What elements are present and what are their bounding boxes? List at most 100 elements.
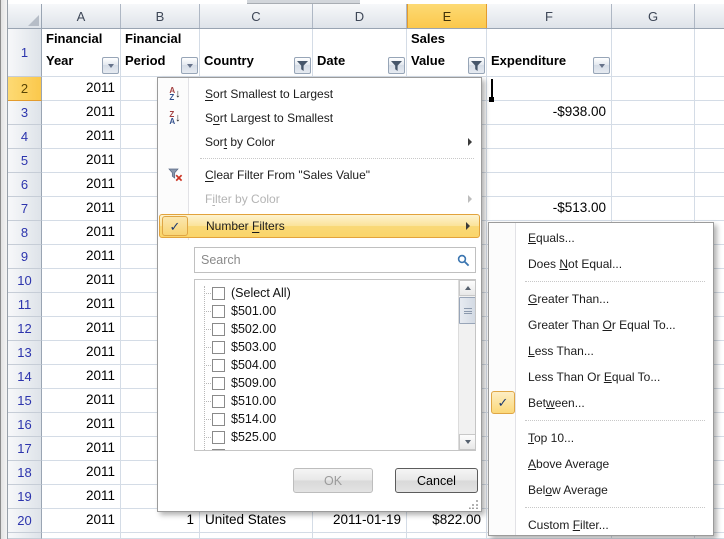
cell-A4[interactable]: 2011 bbox=[42, 125, 121, 149]
cell-A2[interactable]: 2011 bbox=[42, 77, 121, 101]
row-header-12[interactable]: 12 bbox=[8, 317, 42, 341]
filter-value-checkbox[interactable] bbox=[212, 449, 225, 451]
row-header-10[interactable]: 10 bbox=[8, 269, 42, 293]
cell-A15[interactable]: 2011 bbox=[42, 389, 121, 413]
menu-item-filter-by-color[interactable]: Filter by Color bbox=[158, 187, 481, 211]
column-title-D[interactable]: Date bbox=[313, 29, 407, 77]
filter-value-checkbox[interactable] bbox=[212, 431, 225, 444]
cell-G2[interactable] bbox=[612, 77, 695, 101]
cell-E20[interactable]: $822.00 bbox=[407, 509, 487, 533]
cell-A20[interactable]: 2011 bbox=[42, 509, 121, 533]
column-header-C[interactable]: C bbox=[200, 4, 313, 28]
submenu-item-above-average[interactable]: Above Average bbox=[489, 451, 713, 477]
cell-F5[interactable] bbox=[487, 149, 612, 173]
submenu-item-greater-than[interactable]: Greater Than... bbox=[489, 286, 713, 312]
row-header-7[interactable]: 7 bbox=[8, 197, 42, 221]
row-header-6[interactable]: 6 bbox=[8, 173, 42, 197]
search-icon[interactable] bbox=[457, 254, 470, 267]
search-input[interactable] bbox=[195, 253, 457, 267]
menu-item-clear-filter[interactable]: Clear Filter From "Sales Value" bbox=[158, 163, 481, 187]
submenu-item-custom-filter[interactable]: Custom Filter... bbox=[489, 512, 713, 538]
row-header-1[interactable]: 1 bbox=[8, 29, 42, 77]
filter-value-item-partial[interactable] bbox=[195, 446, 458, 450]
filter-value-checkbox[interactable] bbox=[212, 395, 225, 408]
row-header-15[interactable]: 15 bbox=[8, 389, 42, 413]
filter-value-checkbox[interactable] bbox=[212, 359, 225, 372]
cell-D20[interactable]: 2011-01-19 bbox=[313, 509, 407, 533]
cell-A6[interactable]: 2011 bbox=[42, 173, 121, 197]
cell-G3[interactable] bbox=[612, 101, 695, 125]
column-header-G[interactable]: G bbox=[612, 4, 695, 28]
cell-A17[interactable]: 2011 bbox=[42, 437, 121, 461]
cell-B20[interactable]: 1 bbox=[121, 509, 200, 533]
filter-value-item[interactable]: $503.00 bbox=[195, 338, 458, 356]
row-header-13[interactable]: 13 bbox=[8, 341, 42, 365]
filter-funnel-button[interactable] bbox=[294, 57, 311, 74]
cell-A12[interactable]: 2011 bbox=[42, 317, 121, 341]
cell-A9[interactable]: 2011 bbox=[42, 245, 121, 269]
select-all-corner[interactable] bbox=[8, 4, 42, 28]
filter-dropdown-button[interactable] bbox=[102, 57, 119, 74]
list-scrollbar[interactable] bbox=[458, 280, 475, 450]
column-title-C[interactable]: Country bbox=[200, 29, 313, 77]
filter-value-item[interactable]: $504.00 bbox=[195, 356, 458, 374]
row-header-14[interactable]: 14 bbox=[8, 365, 42, 389]
column-header-F[interactable]: F bbox=[487, 4, 612, 28]
submenu-item-equals[interactable]: Equals... bbox=[489, 225, 713, 251]
filter-value-item[interactable]: $525.00 bbox=[195, 428, 458, 446]
submenu-item-greater-than-or-equal-to[interactable]: Greater Than Or Equal To... bbox=[489, 312, 713, 338]
cancel-button[interactable]: Cancel bbox=[395, 468, 478, 493]
resize-grip[interactable] bbox=[469, 499, 479, 509]
column-header-B[interactable]: B bbox=[121, 4, 200, 28]
submenu-item-between[interactable]: ✓Between... bbox=[489, 390, 713, 416]
cell-A7[interactable]: 2011 bbox=[42, 197, 121, 221]
cell-A16[interactable]: 2011 bbox=[42, 413, 121, 437]
row-header-partial[interactable] bbox=[8, 533, 42, 539]
menu-item-sort-largest-to-smallest[interactable]: ZA↓Sort Largest to Smallest bbox=[158, 106, 481, 130]
ok-button[interactable]: OK bbox=[293, 468, 373, 493]
cell-F6[interactable] bbox=[487, 173, 612, 197]
cell-G5[interactable] bbox=[612, 149, 695, 173]
column-title-F[interactable]: Expenditure bbox=[487, 29, 612, 77]
cell-G4[interactable] bbox=[612, 125, 695, 149]
filter-value-item[interactable]: $509.00 bbox=[195, 374, 458, 392]
cell-A5[interactable]: 2011 bbox=[42, 149, 121, 173]
filter-value-item[interactable]: $510.00 bbox=[195, 392, 458, 410]
scroll-up-button[interactable] bbox=[459, 280, 476, 296]
filter-dropdown-button[interactable] bbox=[593, 57, 610, 74]
column-title-E[interactable]: SalesValue bbox=[407, 29, 487, 77]
column-header-A[interactable]: A bbox=[42, 4, 121, 28]
row-header-2[interactable]: 2 bbox=[8, 77, 42, 101]
row-header-8[interactable]: 8 bbox=[8, 221, 42, 245]
column-title-A[interactable]: FinancialYear bbox=[42, 29, 121, 77]
scroll-down-button[interactable] bbox=[459, 434, 476, 450]
submenu-item-top-10[interactable]: Top 10... bbox=[489, 425, 713, 451]
row-header-4[interactable]: 4 bbox=[8, 125, 42, 149]
filter-value-item[interactable]: $514.00 bbox=[195, 410, 458, 428]
row-header-20[interactable]: 20 bbox=[8, 509, 42, 533]
filter-value-item[interactable]: $502.00 bbox=[195, 320, 458, 338]
submenu-item-less-than-or-equal-to[interactable]: Less Than Or Equal To... bbox=[489, 364, 713, 390]
cell-A18[interactable]: 2011 bbox=[42, 461, 121, 485]
cell-A11[interactable]: 2011 bbox=[42, 293, 121, 317]
filter-funnel-button[interactable] bbox=[468, 57, 485, 74]
cell-C20[interactable]: United States bbox=[200, 509, 313, 533]
submenu-item-less-than[interactable]: Less Than... bbox=[489, 338, 713, 364]
filter-funnel-button[interactable] bbox=[388, 57, 405, 74]
cell-F3[interactable]: -$938.00 bbox=[487, 101, 612, 125]
cell-A8[interactable]: 2011 bbox=[42, 221, 121, 245]
filter-value-checkbox[interactable] bbox=[212, 377, 225, 390]
menu-item-sort-smallest-to-largest[interactable]: AZ↓Sort Smallest to Largest bbox=[158, 82, 481, 106]
cell-F7[interactable]: -$513.00 bbox=[487, 197, 612, 221]
column-header-E[interactable]: E bbox=[407, 4, 487, 28]
row-header-5[interactable]: 5 bbox=[8, 149, 42, 173]
column-title-G[interactable] bbox=[612, 29, 695, 77]
row-header-17[interactable]: 17 bbox=[8, 437, 42, 461]
submenu-item-does-not-equal[interactable]: Does Not Equal... bbox=[489, 251, 713, 277]
cell-G6[interactable] bbox=[612, 173, 695, 197]
cell-A10[interactable]: 2011 bbox=[42, 269, 121, 293]
filter-value-item[interactable]: $501.00 bbox=[195, 302, 458, 320]
column-title-B[interactable]: FinancialPeriod bbox=[121, 29, 200, 77]
row-header-19[interactable]: 19 bbox=[8, 485, 42, 509]
cell-F2[interactable] bbox=[487, 77, 612, 101]
